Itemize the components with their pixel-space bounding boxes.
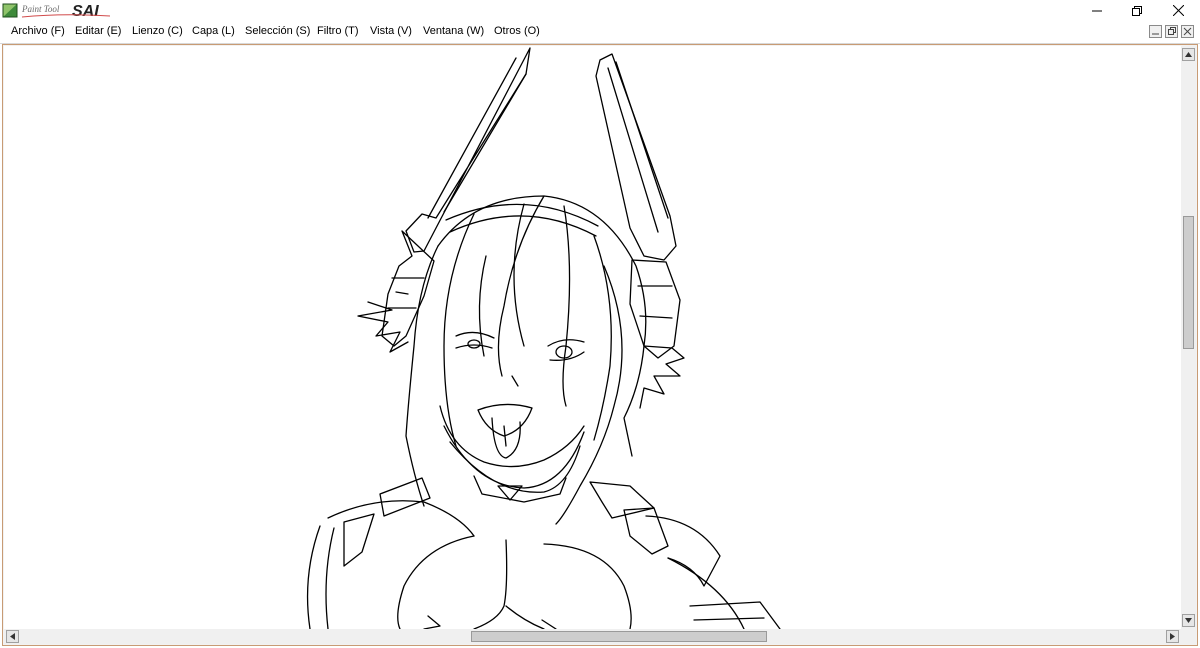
- scroll-up-button[interactable]: [1182, 48, 1195, 61]
- logo-big-text: SAI: [72, 3, 99, 20]
- minimize-icon: [1092, 10, 1102, 11]
- scroll-left-button[interactable]: [6, 630, 19, 643]
- line-art-drawing: [306, 47, 781, 629]
- drawing-canvas[interactable]: [4, 46, 1181, 629]
- menu-otros[interactable]: Otros (O): [494, 25, 540, 37]
- menu-vista[interactable]: Vista (V): [370, 25, 412, 37]
- minimize-button[interactable]: [1076, 0, 1118, 21]
- app-logo: Paint Tool SAI: [2, 3, 111, 20]
- arrow-up-icon: [1185, 52, 1192, 57]
- vertical-scrollbar[interactable]: [1181, 46, 1196, 629]
- scroll-down-button[interactable]: [1182, 614, 1195, 627]
- restore-button[interactable]: [1116, 0, 1158, 21]
- close-icon: [1183, 27, 1192, 36]
- mdi-close-button[interactable]: [1181, 25, 1194, 38]
- scrollbar-corner: [1181, 629, 1196, 644]
- close-button[interactable]: [1157, 0, 1199, 21]
- menu-capa[interactable]: Capa (L): [192, 25, 235, 37]
- restore-icon: [1168, 27, 1176, 35]
- horizontal-scroll-thumb[interactable]: [471, 631, 767, 642]
- close-icon: [1172, 5, 1184, 16]
- menu-editar[interactable]: Editar (E): [75, 25, 121, 37]
- menu-lienzo[interactable]: Lienzo (C): [132, 25, 183, 37]
- menu-archivo[interactable]: Archivo (F): [11, 25, 65, 37]
- mdi-restore-button[interactable]: [1165, 25, 1178, 38]
- arrow-left-icon: [10, 633, 15, 640]
- title-bar: Paint Tool SAI: [0, 0, 1200, 21]
- vertical-scroll-thumb[interactable]: [1183, 216, 1194, 349]
- minimize-icon: [1152, 33, 1159, 35]
- menu-ventana[interactable]: Ventana (W): [423, 25, 484, 37]
- restore-icon: [1132, 5, 1142, 16]
- menu-bar: Archivo (F) Editar (E) Lienzo (C) Capa (…: [0, 21, 1200, 44]
- menu-filtro[interactable]: Filtro (T): [317, 25, 359, 37]
- mdi-minimize-button[interactable]: [1149, 25, 1162, 38]
- scroll-right-button[interactable]: [1166, 630, 1179, 643]
- horizontal-scrollbar[interactable]: [4, 629, 1181, 644]
- arrow-right-icon: [1170, 633, 1175, 640]
- menu-seleccion[interactable]: Selección (S): [245, 25, 310, 37]
- logo-small-text: Paint Tool: [21, 4, 60, 14]
- arrow-down-icon: [1185, 618, 1192, 623]
